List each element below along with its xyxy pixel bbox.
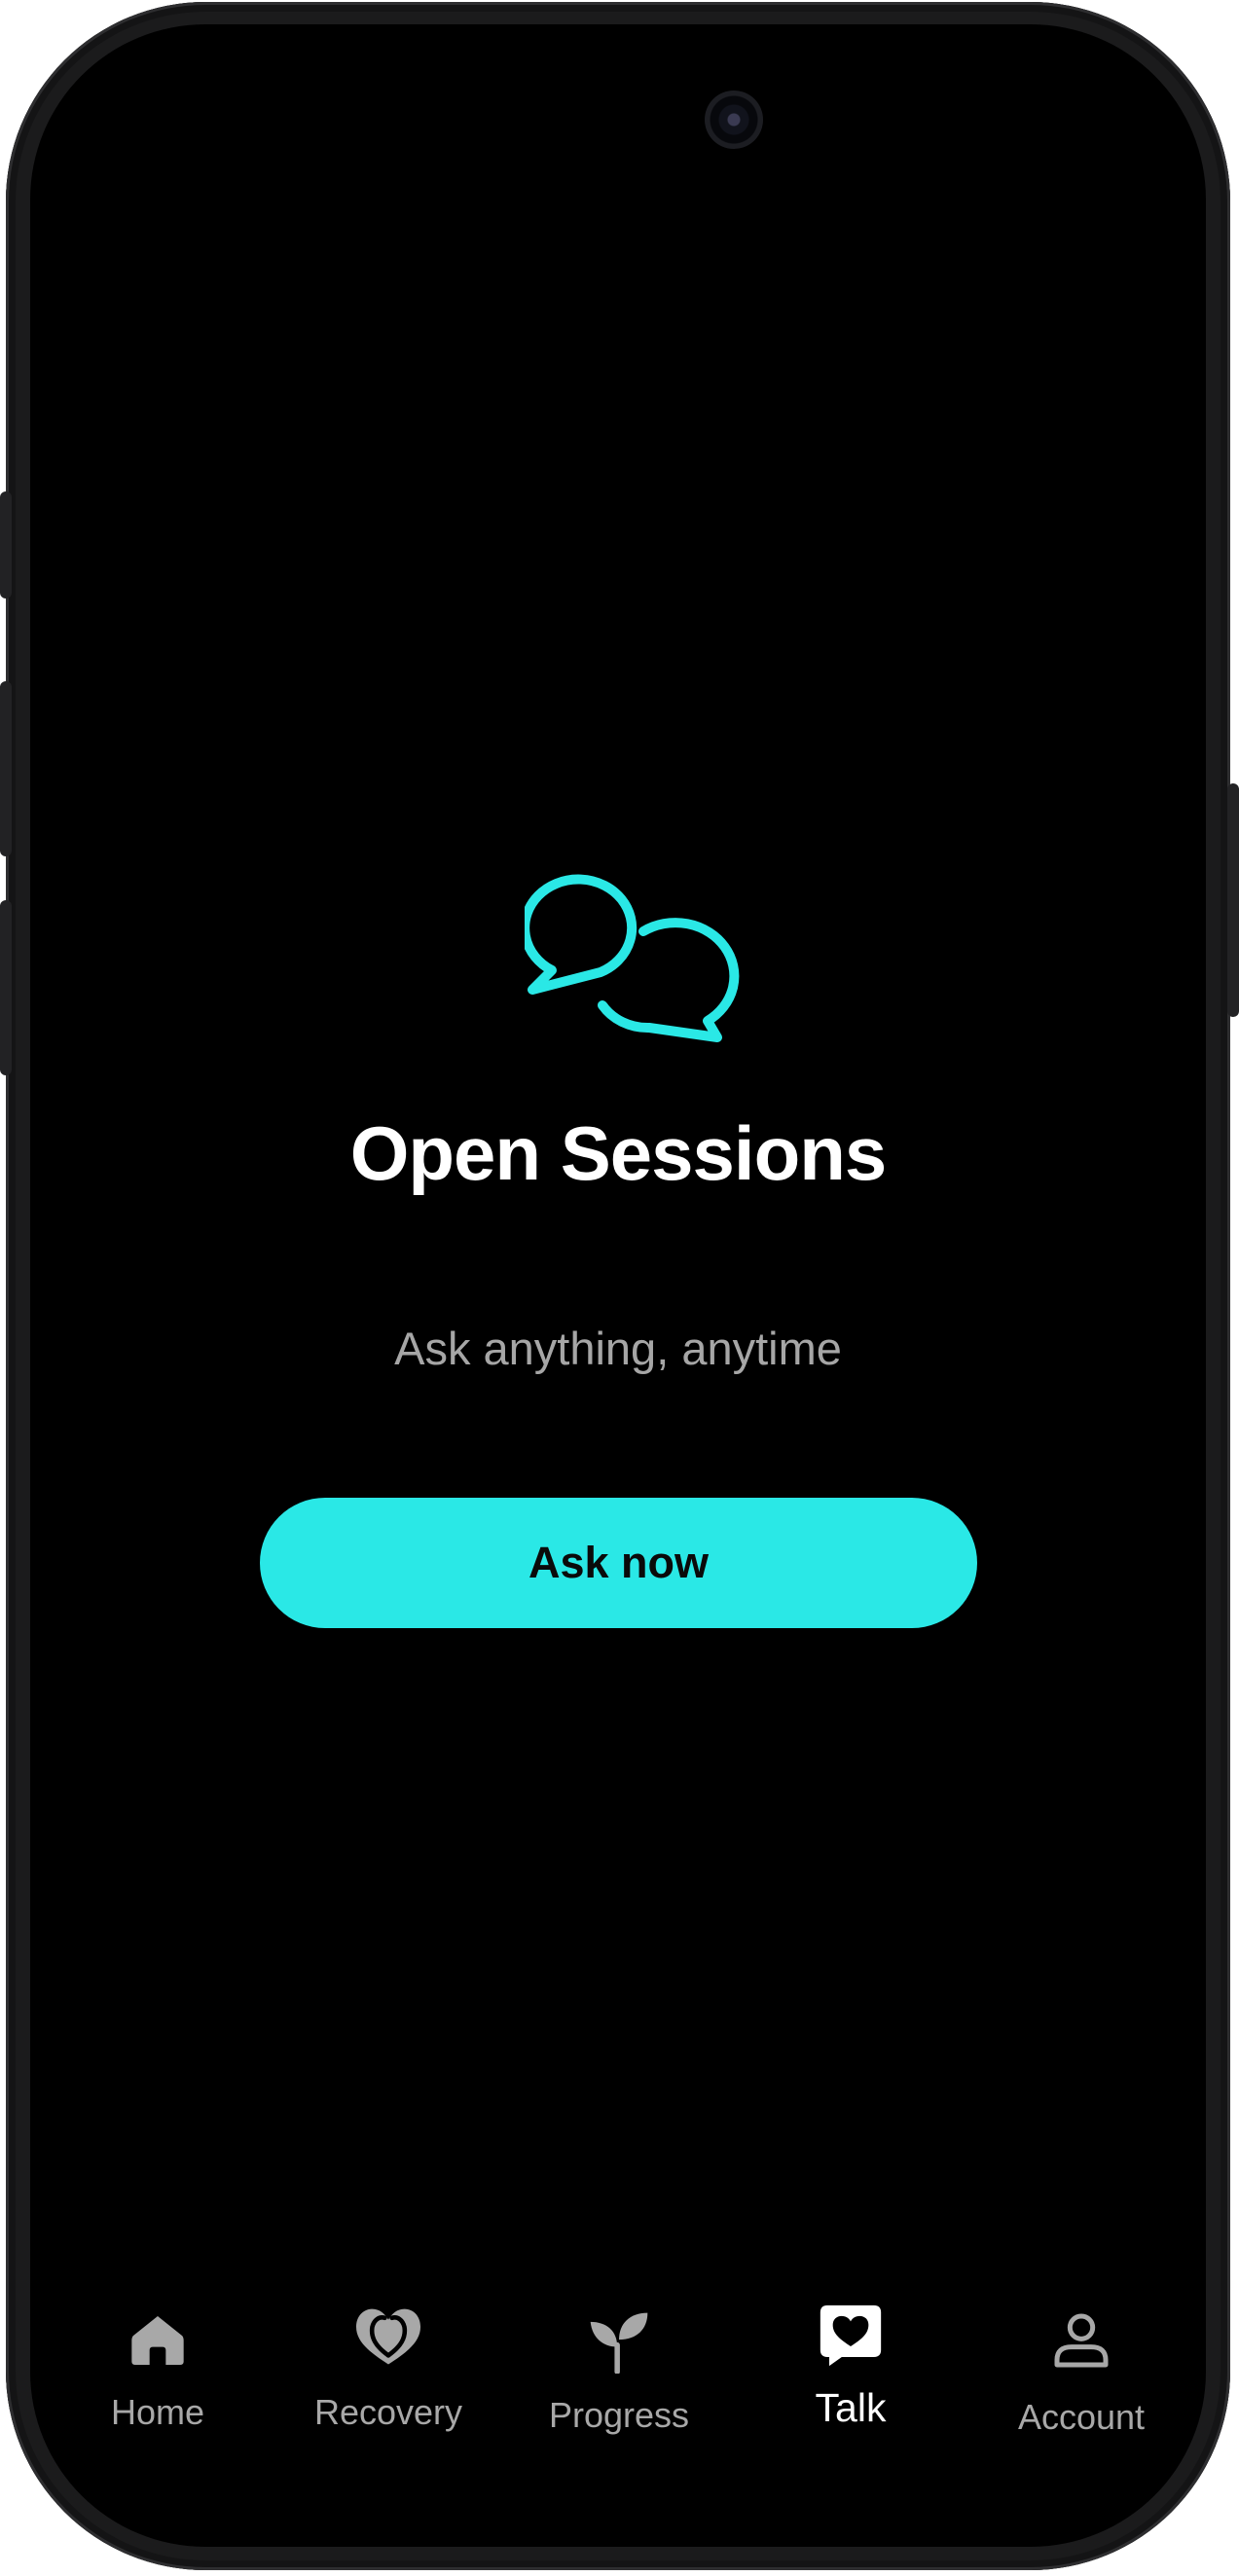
tab-label-talk: Talk bbox=[815, 2385, 887, 2430]
tab-home[interactable]: Home bbox=[60, 2302, 255, 2477]
open-sessions-panel: Open Sessions Ask anything, anytime Ask … bbox=[30, 24, 1206, 2547]
sprout-icon bbox=[590, 2312, 648, 2374]
tab-label-account: Account bbox=[1017, 2397, 1146, 2437]
heart-message-icon bbox=[820, 2304, 882, 2367]
tab-recovery[interactable]: Recovery bbox=[291, 2302, 486, 2477]
screen: Open Sessions Ask anything, anytime Ask … bbox=[30, 24, 1206, 2547]
tab-label-progress: Progress bbox=[548, 2395, 690, 2435]
volume-down-button bbox=[0, 900, 12, 1075]
power-button bbox=[1227, 783, 1239, 1017]
person-icon bbox=[1054, 2313, 1109, 2368]
chat-bubbles-icon bbox=[525, 874, 740, 1042]
tab-account[interactable]: Account bbox=[984, 2302, 1179, 2477]
hearts-icon bbox=[356, 2308, 420, 2365]
tab-talk[interactable]: Talk bbox=[753, 2302, 948, 2477]
ask-now-button[interactable]: Ask now bbox=[260, 1498, 977, 1628]
tab-label-recovery: Recovery bbox=[313, 2392, 463, 2432]
page-title: Open Sessions bbox=[349, 1110, 888, 1196]
tab-progress[interactable]: Progress bbox=[522, 2302, 716, 2477]
volume-up-button bbox=[0, 681, 12, 856]
bottom-tab-bar: Home Recovery Progress Talk Account bbox=[30, 2302, 1206, 2477]
page-subtitle: Ask anything, anytime bbox=[394, 1323, 842, 1374]
home-icon bbox=[131, 2316, 184, 2365]
tab-label-home: Home bbox=[110, 2392, 205, 2432]
action-button bbox=[0, 491, 12, 599]
